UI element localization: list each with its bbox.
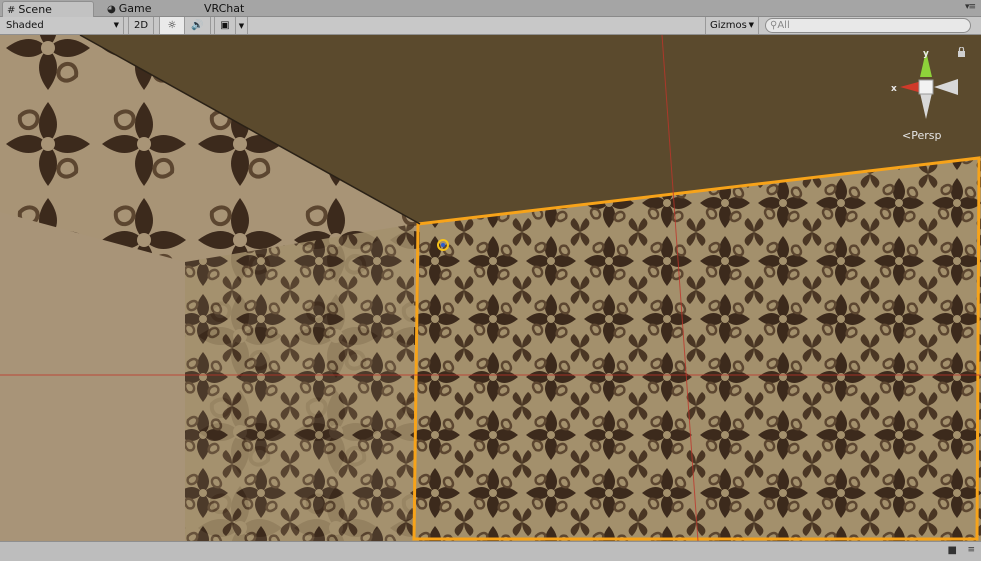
effects-dropdown[interactable]: ▼: [236, 17, 248, 34]
orientation-gizmo[interactable]: y x: [888, 47, 968, 137]
chevron-down-icon: ▼: [113, 21, 119, 29]
gizmos-label: Gizmos: [710, 20, 747, 31]
audio-toggle[interactable]: 🔊: [185, 17, 211, 34]
scene-viewport[interactable]: y x <Persp: [0, 35, 981, 541]
shading-mode-dropdown[interactable]: Shaded ▼: [0, 17, 124, 34]
window-menu-icon[interactable]: ≡: [967, 545, 975, 555]
tab-bar: # Scene ◕ Game VRChat ▾≡: [0, 0, 981, 17]
grid-icon: #: [7, 5, 16, 16]
status-bar: ■ ≡: [0, 541, 981, 561]
persp-icon: <: [902, 129, 912, 142]
toggle-2d-button[interactable]: 2D: [128, 17, 154, 34]
tab-scene-label: Scene: [18, 3, 52, 16]
y-axis-label: y: [923, 49, 929, 59]
lighting-toggle[interactable]: ☼: [159, 17, 185, 34]
window-menu-icon[interactable]: ▾≡: [965, 2, 976, 12]
chevron-down-icon: ▼: [748, 21, 754, 29]
neg-x-cone: [934, 79, 958, 95]
tab-scene[interactable]: # Scene: [2, 1, 94, 17]
search-placeholder: All: [777, 20, 790, 31]
gizmos-dropdown[interactable]: Gizmos ▼: [705, 17, 759, 34]
chevron-down-icon: ▼: [238, 22, 245, 30]
doorway-plain-wall: [0, 212, 185, 541]
shading-mode-label: Shaded: [6, 20, 44, 31]
neg-y-cone: [920, 93, 932, 119]
x-axis-label: x: [891, 84, 897, 94]
tab-game-label: Game: [118, 2, 152, 15]
search-input[interactable]: ⚲All: [765, 18, 971, 33]
sun-icon: ☼: [167, 20, 177, 31]
projection-label: Persp: [911, 129, 942, 142]
tab-vrchat[interactable]: VRChat: [200, 1, 280, 17]
lock-icon: [958, 51, 965, 57]
effects-toggle[interactable]: ▣: [214, 17, 236, 34]
speaker-icon: 🔊: [191, 20, 204, 31]
projection-toggle[interactable]: <Persp: [902, 129, 941, 142]
image-icon: ▣: [220, 20, 230, 31]
lock-icon[interactable]: ■: [948, 545, 957, 556]
left-wall-near: [185, 224, 414, 541]
scene-render: [0, 35, 981, 541]
toggle-2d-label: 2D: [133, 20, 149, 31]
gizmo-center: [918, 79, 934, 95]
tab-game[interactable]: ◕ Game: [103, 1, 183, 17]
scene-toolbar: Shaded ▼ 2D ☼ 🔊 ▣ ▼ Gizmos ▼ ⚲All: [0, 17, 981, 35]
tab-vrchat-label: VRChat: [204, 2, 245, 15]
pacman-icon: ◕: [107, 4, 116, 15]
